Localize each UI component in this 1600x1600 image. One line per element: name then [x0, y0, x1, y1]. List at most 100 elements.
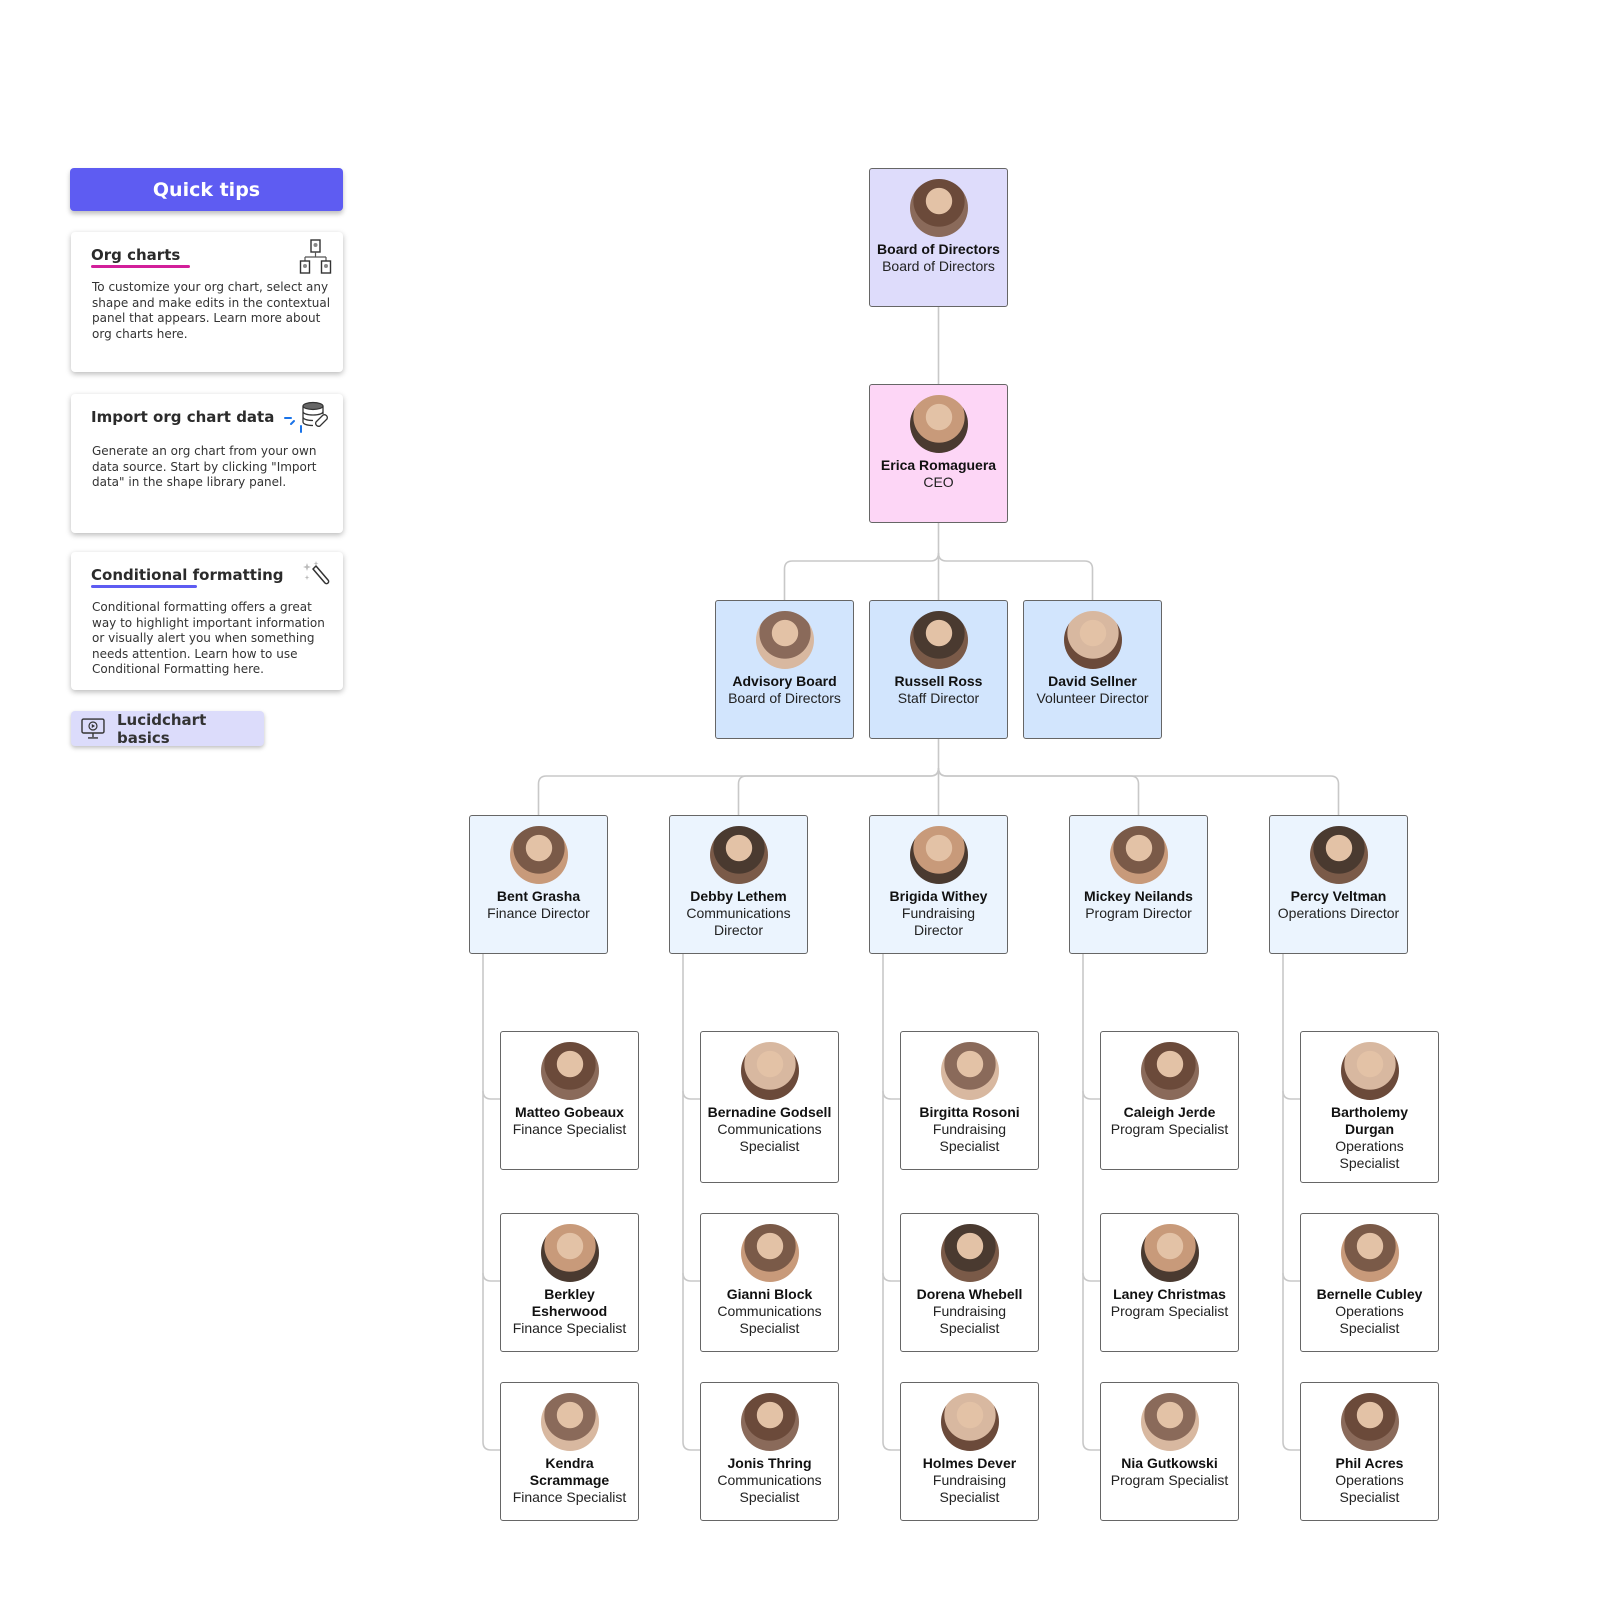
node-name: Nia Gutkowski: [1121, 1455, 1218, 1471]
connector-team-trunk: [1082, 954, 1100, 1451]
node-role: Operations Director: [1277, 905, 1400, 921]
node-role: Communications Specialist: [717, 1303, 822, 1336]
avatar: [1109, 826, 1168, 884]
node-name: Russell Ross: [894, 673, 983, 689]
node-name: Laney Christmas: [1113, 1286, 1226, 1302]
node-specialist[interactable]: Holmes Dever Fundraising Specialist: [900, 1382, 1039, 1521]
node-board-of-directors[interactable]: Board of Directors Board of Directors: [869, 168, 1008, 307]
connector-team-branch: [882, 1090, 900, 1100]
node-name: Jonis Thring: [727, 1455, 812, 1471]
node-role: Program Director: [1085, 905, 1192, 921]
node-director[interactable]: Debby Lethem Communications Director: [669, 815, 808, 954]
node-name: Birgitta Rosoni: [919, 1104, 1020, 1120]
avatar: [940, 1042, 999, 1100]
avatar: [1140, 1393, 1199, 1451]
connector-team-branch: [682, 1090, 700, 1100]
avatar: [1063, 611, 1122, 669]
connector-team-branch: [682, 1272, 700, 1282]
node-role: Operations Specialist: [1335, 1138, 1404, 1171]
avatar: [1340, 1224, 1399, 1282]
connector-level2: [937, 552, 1094, 600]
node-level2[interactable]: Russell Ross Staff Director: [869, 600, 1008, 739]
node-director[interactable]: Bent Grasha Finance Director: [469, 815, 608, 954]
node-specialist[interactable]: Caleigh Jerde Program Specialist: [1100, 1031, 1239, 1170]
avatar: [709, 826, 768, 884]
avatar: [940, 1224, 999, 1282]
avatar: [755, 611, 814, 669]
connector-director: [737, 767, 940, 815]
node-name: Bernelle Cubley: [1316, 1286, 1423, 1302]
node-role: Finance Specialist: [512, 1489, 627, 1505]
node-level2[interactable]: David Sellner Volunteer Director: [1023, 600, 1162, 739]
connector-team-trunk: [1282, 954, 1300, 1451]
node-role: Fundraising Specialist: [932, 1472, 1007, 1505]
avatar: [509, 826, 568, 884]
node-name: Kendra Scrammage: [529, 1455, 610, 1488]
avatar: [1140, 1224, 1199, 1282]
node-role: Staff Director: [897, 690, 980, 706]
node-role: Operations Specialist: [1335, 1472, 1404, 1505]
node-name: Mickey Neilands: [1084, 888, 1193, 904]
node-role: Communications Director: [686, 905, 791, 938]
node-role: Communications Specialist: [717, 1121, 822, 1154]
node-name: Matteo Gobeaux: [515, 1104, 624, 1120]
node-specialist[interactable]: Matteo Gobeaux Finance Specialist: [500, 1031, 639, 1170]
node-name: Caleigh Jerde: [1123, 1104, 1216, 1120]
node-name: Debby Lethem: [690, 888, 787, 904]
node-specialist[interactable]: Birgitta Rosoni Fundraising Specialist: [900, 1031, 1039, 1170]
avatar: [740, 1393, 799, 1451]
node-name: Bartholemy Durgan: [1330, 1104, 1409, 1137]
node-director[interactable]: Mickey Neilands Program Director: [1069, 815, 1208, 954]
node-role: Program Specialist: [1110, 1472, 1229, 1488]
node-name: Brigida Withey: [889, 888, 988, 904]
avatar: [540, 1393, 599, 1451]
node-specialist[interactable]: Bernelle Cubley Operations Specialist: [1300, 1213, 1439, 1352]
node-specialist[interactable]: Dorena Whebell Fundraising Specialist: [900, 1213, 1039, 1352]
node-role: Program Specialist: [1110, 1303, 1229, 1319]
node-specialist[interactable]: Bartholemy Durgan Operations Specialist: [1300, 1031, 1439, 1183]
avatar: [1340, 1042, 1399, 1100]
connector-team-trunk: [482, 954, 500, 1451]
node-specialist[interactable]: Phil Acres Operations Specialist: [1300, 1382, 1439, 1521]
avatar: [909, 179, 968, 237]
avatar: [540, 1224, 599, 1282]
connector-team-branch: [1082, 1090, 1100, 1100]
node-specialist[interactable]: Gianni Block Communications Specialist: [700, 1213, 839, 1352]
connector-level2: [783, 552, 940, 600]
node-role: Fundraising Director: [901, 905, 976, 938]
connector-team-branch: [482, 1272, 500, 1282]
node-role: CEO: [923, 474, 954, 490]
node-ceo[interactable]: Erica Romaguera CEO: [869, 384, 1008, 523]
node-specialist[interactable]: Berkley Esherwood Finance Specialist: [500, 1213, 639, 1352]
node-name: Gianni Block: [726, 1286, 813, 1302]
connector-team-trunk: [882, 954, 900, 1451]
avatar: [1340, 1393, 1399, 1451]
node-director[interactable]: Percy Veltman Operations Director: [1269, 815, 1408, 954]
node-director[interactable]: Brigida Withey Fundraising Director: [869, 815, 1008, 954]
avatar: [1309, 826, 1368, 884]
node-name: David Sellner: [1048, 673, 1137, 689]
avatar: [940, 1393, 999, 1451]
node-role: Fundraising Specialist: [932, 1303, 1007, 1336]
connector-team-branch: [1282, 1272, 1300, 1282]
connector-lines: [482, 307, 1340, 1451]
connector-team-branch: [882, 1272, 900, 1282]
node-specialist[interactable]: Jonis Thring Communications Specialist: [700, 1382, 839, 1521]
connector-team-branch: [1082, 1272, 1100, 1282]
avatar: [540, 1042, 599, 1100]
node-specialist[interactable]: Bernadine Godsell Communications Speciali…: [700, 1031, 839, 1183]
node-specialist[interactable]: Nia Gutkowski Program Specialist: [1100, 1382, 1239, 1521]
avatar: [909, 611, 968, 669]
node-name: Phil Acres: [1335, 1455, 1404, 1471]
avatar: [909, 395, 968, 453]
node-role: Board of Directors: [882, 258, 995, 274]
node-role: Operations Specialist: [1335, 1303, 1404, 1336]
connector-team-trunk: [682, 954, 700, 1451]
node-specialist[interactable]: Kendra Scrammage Finance Specialist: [500, 1382, 639, 1521]
node-role: Volunteer Director: [1036, 690, 1149, 706]
node-specialist[interactable]: Laney Christmas Program Specialist: [1100, 1213, 1239, 1352]
avatar: [909, 826, 968, 884]
avatar: [1140, 1042, 1199, 1100]
node-level2[interactable]: Advisory Board Board of Directors: [715, 600, 854, 739]
avatar: [740, 1224, 799, 1282]
